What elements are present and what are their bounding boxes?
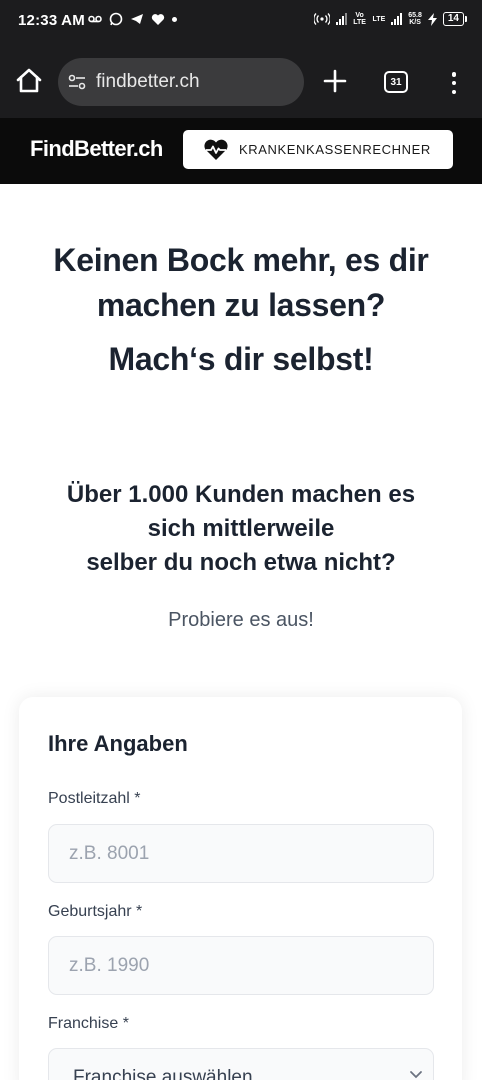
try-it-text: Probiere es aus! (168, 609, 314, 631)
speed-unit: K/S (409, 19, 421, 26)
browser-toolbar: findbetter.ch 31 (0, 44, 482, 118)
hero-title-line-2: machen zu lassen? (96, 287, 386, 323)
home-icon[interactable] (14, 66, 44, 96)
krankenkassenrechner-button[interactable]: KRANKENKASSENRECHNER (183, 130, 453, 169)
signal-icon-2 (391, 13, 403, 25)
franchise-label: Franchise * (48, 1015, 129, 1032)
network-speed: 65.8 K/S (408, 12, 422, 26)
hero-section: Keinen Bock mehr, es dir machen zu lasse… (0, 238, 482, 380)
signal-icon (335, 13, 347, 25)
hero-subtitle: Mach‘s dir selbst! (108, 341, 374, 377)
new-tab-icon[interactable] (322, 68, 348, 94)
charging-icon (427, 12, 437, 26)
status-time: 12:33 AM (18, 12, 85, 29)
site-settings-icon[interactable] (66, 71, 88, 93)
address-bar[interactable]: findbetter.ch (58, 58, 304, 106)
stats-line-3: selber du noch etwa nicht? (86, 549, 396, 576)
site-logo[interactable]: FindBetter.ch (30, 136, 163, 162)
hero-title: Keinen Bock mehr, es dir machen zu lasse… (0, 238, 482, 328)
battery-icon: 14 (442, 12, 468, 26)
whatsapp-icon (109, 12, 123, 26)
birth-year-label: Geburtsjahr * (48, 903, 143, 920)
chevron-down-icon (410, 1071, 422, 1079)
postal-code-label: Postleitzahl * (48, 790, 141, 807)
tab-switcher-button[interactable]: 31 (384, 71, 408, 93)
form-card: Ihre Angaben Postleitzahl * Geburtsjahr … (19, 697, 462, 1080)
franchise-select[interactable]: Franchise auswählen (48, 1048, 434, 1080)
form-title: Ihre Angaben (48, 731, 188, 756)
system-status: Vo LTE LTE 65.8 K/S 14 (313, 12, 468, 26)
lte-label: LTE (372, 15, 386, 23)
tab-count: 31 (390, 76, 402, 88)
notification-icons (88, 12, 177, 26)
customer-stats-heading: Über 1.000 Kunden machen es sich mittler… (30, 478, 452, 580)
krankenkassenrechner-label: KRANKENKASSENRECHNER (239, 142, 431, 157)
url-text[interactable]: findbetter.ch (96, 71, 200, 93)
hotspot-icon (313, 13, 330, 25)
more-menu-icon[interactable] (444, 70, 464, 96)
heart-pulse-icon (204, 139, 228, 160)
status-bar: 12:33 AM Vo LTE LTE 65.8 K/S 14 (0, 0, 482, 44)
dot-icon (172, 16, 177, 22)
hero-title-line-1: Keinen Bock mehr, es dir (53, 242, 429, 278)
postal-code-input[interactable] (48, 824, 434, 883)
volte-label: Vo LTE (353, 12, 366, 26)
telegram-icon (131, 14, 143, 24)
site-header: FindBetter.ch KRANKENKASSENRECHNER (0, 118, 482, 184)
stats-line-1: Über 1.000 Kunden machen es (66, 481, 416, 508)
speed-value: 65.8 (408, 12, 422, 19)
franchise-selected-value: Franchise auswählen (73, 1066, 253, 1080)
voicemail-icon (88, 15, 102, 23)
birth-year-input[interactable] (48, 936, 434, 995)
heart-app-icon (151, 13, 165, 25)
stats-line-2: sich mittlerweile (147, 515, 335, 542)
